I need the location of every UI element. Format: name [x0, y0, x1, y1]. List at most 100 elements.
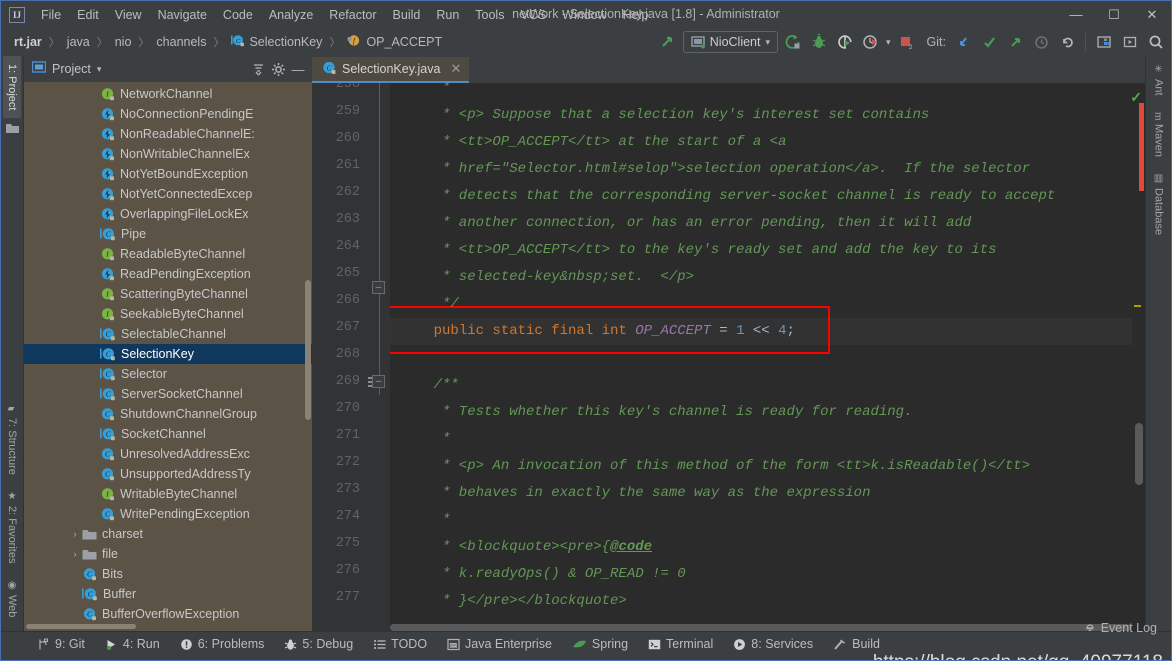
- breadcrumb-item-op-accept[interactable]: f OP_ACCEPT: [344, 33, 445, 52]
- code-line[interactable]: * k.readyOps() & OP_READ != 0: [400, 561, 686, 588]
- tree-item[interactable]: C SelectableChannel: [24, 324, 312, 344]
- tree-item[interactable]: › charset: [24, 524, 312, 544]
- menu-item-view[interactable]: View: [107, 5, 150, 25]
- tree-item[interactable]: ReadPendingException: [24, 264, 312, 284]
- menu-item-window[interactable]: Window: [554, 5, 614, 25]
- sidebar-item-database[interactable]: ▥ Database: [1150, 165, 1168, 243]
- sidebar-item-structure[interactable]: ▰ 7: Structure: [3, 396, 21, 483]
- close-button[interactable]: ✕: [1133, 1, 1171, 28]
- tree-item[interactable]: I SeekableByteChannel: [24, 304, 312, 324]
- sidebar-item-maven[interactable]: m Maven: [1150, 104, 1168, 166]
- menu-item-vcs[interactable]: VCS: [512, 5, 554, 25]
- menu-item-edit[interactable]: Edit: [69, 5, 107, 25]
- code-line[interactable]: /**: [400, 372, 459, 399]
- tree-item[interactable]: C BufferOverflowException: [24, 604, 312, 624]
- tree-item[interactable]: C UnsupportedAddressTy: [24, 464, 312, 484]
- tree-item[interactable]: NonWritableChannelEx: [24, 144, 312, 164]
- tree-item[interactable]: C Selector: [24, 364, 312, 384]
- project-scrollbar-vertical[interactable]: [304, 82, 312, 631]
- editor-scrollbar-vertical[interactable]: [1135, 423, 1143, 485]
- back-arrow-icon[interactable]: [657, 31, 679, 53]
- breadcrumb-item-nio[interactable]: nio: [112, 34, 135, 50]
- tree-item[interactable]: C ServerSocketChannel: [24, 384, 312, 404]
- menu-item-run[interactable]: Run: [428, 5, 467, 25]
- menu-item-code[interactable]: Code: [215, 5, 261, 25]
- menu-item-tools[interactable]: Tools: [467, 5, 512, 25]
- menu-item-refactor[interactable]: Refactor: [321, 5, 384, 25]
- code-line[interactable]: * detects that the corresponding server-…: [400, 183, 1055, 210]
- sidebar-item-web[interactable]: ◉ Web: [3, 572, 21, 625]
- bottom-tool-5--debug[interactable]: 5: Debug: [276, 635, 361, 653]
- tree-item[interactable]: C ShutdownChannelGroup: [24, 404, 312, 424]
- error-marker[interactable]: [1139, 103, 1144, 191]
- debug-icon[interactable]: [808, 31, 830, 53]
- code-line[interactable]: * another connection, or has an error pe…: [400, 210, 971, 237]
- code-line[interactable]: public static final int OP_ACCEPT = 1 <<…: [400, 318, 795, 345]
- tree-item[interactable]: C Buffer: [24, 584, 312, 604]
- tree-item[interactable]: C UnresolvedAddressExc: [24, 444, 312, 464]
- bottom-tool-9--git[interactable]: 9: Git: [29, 635, 93, 653]
- code-line[interactable]: * Tests whether this key's channel is re…: [400, 399, 912, 426]
- menu-item-analyze[interactable]: Analyze: [261, 5, 321, 25]
- sidebar-item-favorites[interactable]: ★ 2: Favorites: [3, 483, 21, 571]
- project-tree[interactable]: I NetworkChannel NoConnectionPendingE NonRe…: [24, 82, 312, 631]
- bottom-tool-todo[interactable]: TODO: [365, 635, 435, 653]
- push-icon[interactable]: [1004, 31, 1026, 53]
- code-folding-gutter[interactable]: – –: [368, 83, 390, 631]
- select-in-icon[interactable]: [1119, 31, 1141, 53]
- tree-item[interactable]: C SocketChannel: [24, 424, 312, 444]
- tree-item[interactable]: NotYetBoundException: [24, 164, 312, 184]
- tree-item[interactable]: I ReadableByteChannel: [24, 244, 312, 264]
- tree-item[interactable]: C WritePendingException: [24, 504, 312, 524]
- marker-bar[interactable]: ✓: [1130, 83, 1145, 631]
- commit-icon[interactable]: [978, 31, 1000, 53]
- run-icon[interactable]: [782, 31, 804, 53]
- menu-item-file[interactable]: File: [33, 5, 69, 25]
- bottom-tool-6--problems[interactable]: 6: Problems: [172, 635, 273, 653]
- breadcrumb-item-channels[interactable]: channels: [153, 34, 209, 50]
- menu-item-build[interactable]: Build: [385, 5, 429, 25]
- code-line[interactable]: * href="Selector.html#selop">selection o…: [400, 156, 1030, 183]
- tab-selectionkey-java[interactable]: C SelectionKey.java ✕: [312, 57, 470, 83]
- rollback-icon[interactable]: [1056, 31, 1078, 53]
- bottom-tool-4--run[interactable]: 4: Run: [97, 635, 168, 653]
- collapse-all-icon[interactable]: [248, 59, 268, 79]
- code-text[interactable]: * * <p> Suppose that a selection key's i…: [390, 83, 1132, 631]
- code-line[interactable]: * <blockquote><pre>{@code: [400, 534, 652, 561]
- editor-scrollbar-horizontal[interactable]: [390, 624, 1131, 631]
- project-structure-icon[interactable]: [1093, 31, 1115, 53]
- code-line[interactable]: *: [400, 507, 450, 534]
- tree-item[interactable]: I WritableByteChannel: [24, 484, 312, 504]
- breadcrumb-item-java[interactable]: java: [64, 34, 93, 50]
- update-project-icon[interactable]: [952, 31, 974, 53]
- code-line[interactable]: *: [400, 426, 450, 453]
- run-configuration-selector[interactable]: NioClient ▾: [682, 31, 779, 53]
- code-line[interactable]: * <p> Suppose that a selection key's int…: [400, 102, 929, 129]
- tree-item[interactable]: › file: [24, 544, 312, 564]
- breadcrumb-item-rt-jar[interactable]: rt.jar: [11, 34, 45, 50]
- search-everywhere-icon[interactable]: [1145, 31, 1167, 53]
- tree-item[interactable]: NonReadableChannelE:: [24, 124, 312, 144]
- expand-arrow-icon[interactable]: ›: [68, 529, 82, 539]
- tree-item-selected[interactable]: C SelectionKey: [24, 344, 312, 364]
- tree-item[interactable]: I NetworkChannel: [24, 84, 312, 104]
- bottom-tool-8--services[interactable]: 8: Services: [725, 635, 821, 653]
- breadcrumb-item-selectionkey[interactable]: C SelectionKey: [228, 33, 325, 52]
- bottom-tool-spring[interactable]: Spring: [564, 635, 636, 653]
- code-line[interactable]: */: [400, 291, 459, 318]
- tree-item[interactable]: C Bits: [24, 564, 312, 584]
- project-scrollbar-horizontal[interactable]: [24, 624, 312, 631]
- chevron-down-icon[interactable]: ▾: [97, 64, 102, 75]
- tree-item[interactable]: OverlappingFileLockEx: [24, 204, 312, 224]
- code-line[interactable]: * behaves in exactly the same way as the…: [400, 480, 870, 507]
- minimize-button[interactable]: —: [1057, 1, 1095, 28]
- warning-marker[interactable]: [1134, 305, 1141, 307]
- bottom-tool-build[interactable]: Build: [825, 635, 888, 653]
- code-line[interactable]: * <tt>OP_ACCEPT</tt> at the start of a <…: [400, 129, 786, 156]
- sidebar-item-project[interactable]: 1: Project: [3, 56, 21, 119]
- menu-item-help[interactable]: Help: [615, 5, 657, 25]
- hide-panel-icon[interactable]: —: [288, 59, 308, 79]
- tree-item[interactable]: NotYetConnectedExcep: [24, 184, 312, 204]
- tree-item[interactable]: I ScatteringByteChannel: [24, 284, 312, 304]
- tree-item[interactable]: C Pipe: [24, 224, 312, 244]
